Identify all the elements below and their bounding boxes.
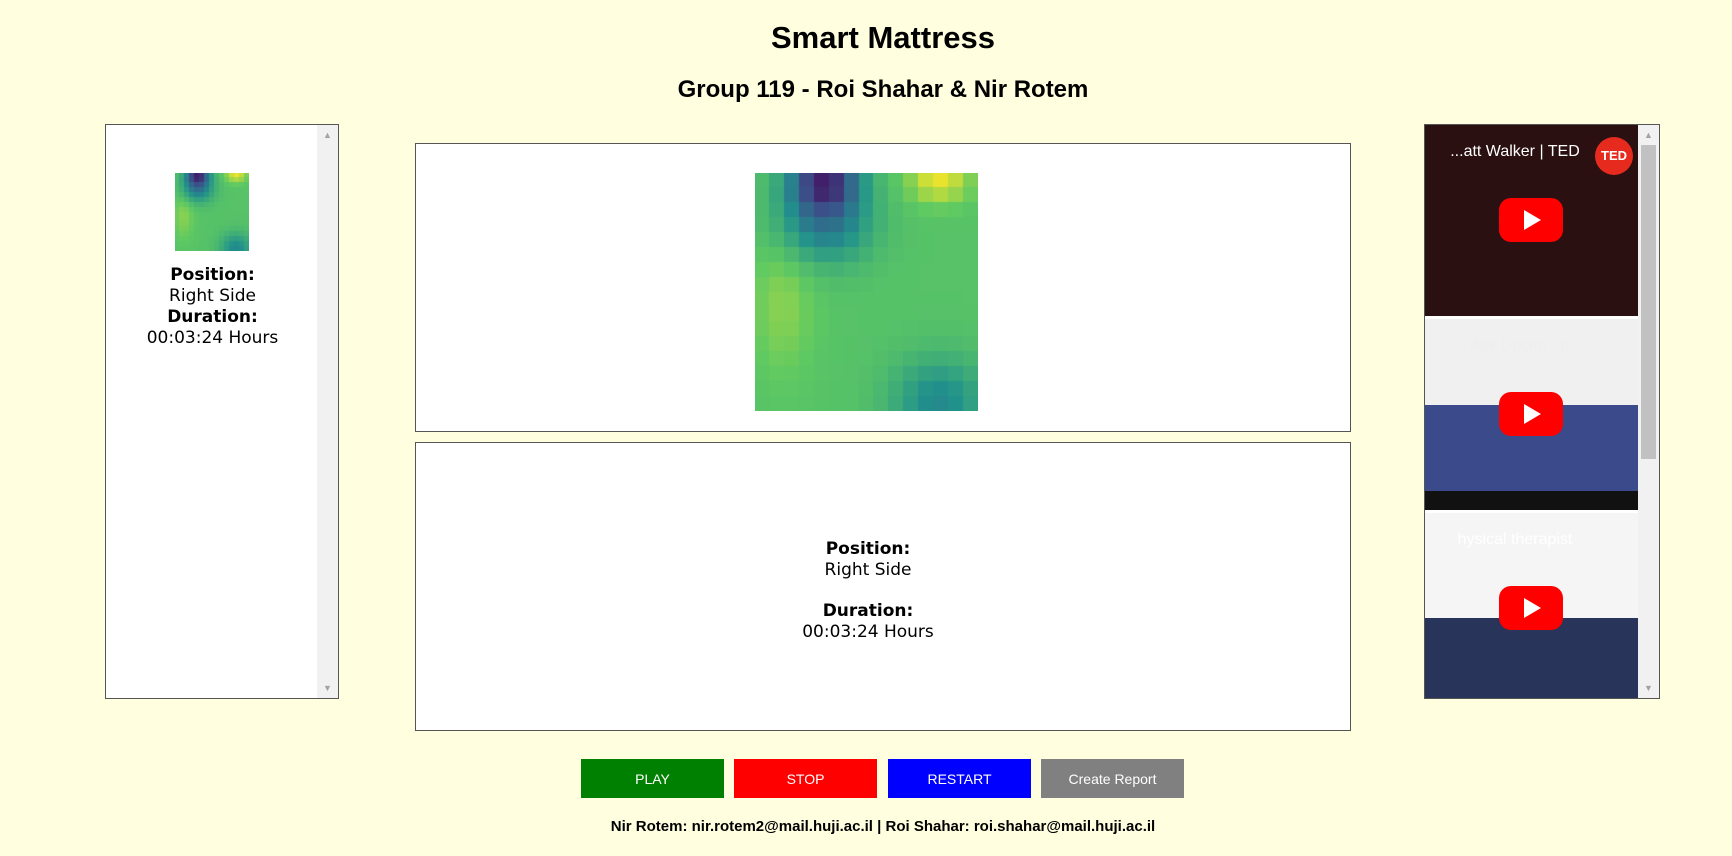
pressure-heatmap: [755, 173, 978, 411]
duration-value: 00:03:24 Hours: [802, 622, 934, 642]
video-panel[interactable]: ...att Walker | TED TED - Ask Doctor Jo …: [1424, 124, 1660, 699]
history-entry-info: Position: Right Side Duration: 00:03:24 …: [106, 265, 319, 349]
video-embed-doctor-jo[interactable]: - Ask Doctor Jo: [1425, 319, 1639, 510]
play-button[interactable]: PLAY: [581, 759, 724, 798]
video-scrollbar[interactable]: ▲ ▼: [1638, 125, 1659, 698]
position-label: Position:: [825, 539, 911, 559]
history-duration-label: Duration:: [167, 307, 258, 327]
video-title[interactable]: hysical therapist: [1425, 531, 1605, 549]
footer-contact: Nir Rotem: nir.rotem2@mail.huji.ac.il | …: [610, 818, 1156, 835]
page-subtitle: Group 119 - Roi Shahar & Nir Rotem: [677, 76, 1089, 103]
restart-button[interactable]: RESTART: [888, 759, 1031, 798]
video-title[interactable]: ...att Walker | TED: [1425, 143, 1605, 161]
heatmap-container: [415, 143, 1351, 432]
history-duration-value: 00:03:24 Hours: [146, 328, 279, 348]
history-position-value: Right Side: [169, 286, 256, 306]
history-scrollbar[interactable]: ▲ ▼: [317, 125, 338, 698]
video-embed-physical-therapist[interactable]: hysical therapist: [1425, 513, 1639, 698]
page-title: Smart Mattress: [771, 20, 995, 55]
youtube-play-icon[interactable]: [1499, 198, 1563, 242]
scroll-down-arrow-icon[interactable]: ▼: [317, 680, 338, 696]
current-status: Position: Right Side Duration: 00:03:24 …: [416, 539, 1320, 643]
scroll-up-arrow-icon[interactable]: ▲: [317, 127, 338, 143]
position-value: Right Side: [824, 560, 912, 580]
history-position-label: Position:: [170, 265, 255, 285]
video-title[interactable]: - Ask Doctor Jo: [1425, 337, 1605, 355]
current-status-box: Position: Right Side Duration: 00:03:24 …: [415, 442, 1351, 731]
stop-button[interactable]: STOP: [734, 759, 877, 798]
youtube-play-icon[interactable]: [1499, 586, 1563, 630]
history-panel[interactable]: Position: Right Side Duration: 00:03:24 …: [105, 124, 339, 699]
youtube-play-icon[interactable]: [1499, 392, 1563, 436]
scrollbar-thumb[interactable]: [1641, 145, 1656, 459]
scroll-up-arrow-icon[interactable]: ▲: [1638, 127, 1659, 143]
video-embed-ted[interactable]: ...att Walker | TED TED: [1425, 125, 1639, 316]
scroll-down-arrow-icon[interactable]: ▼: [1638, 680, 1659, 696]
heatmap-thumbnail[interactable]: [175, 173, 249, 251]
create-report-button[interactable]: Create Report: [1041, 759, 1184, 798]
duration-label: Duration:: [822, 601, 914, 621]
ted-badge: TED: [1595, 137, 1633, 175]
